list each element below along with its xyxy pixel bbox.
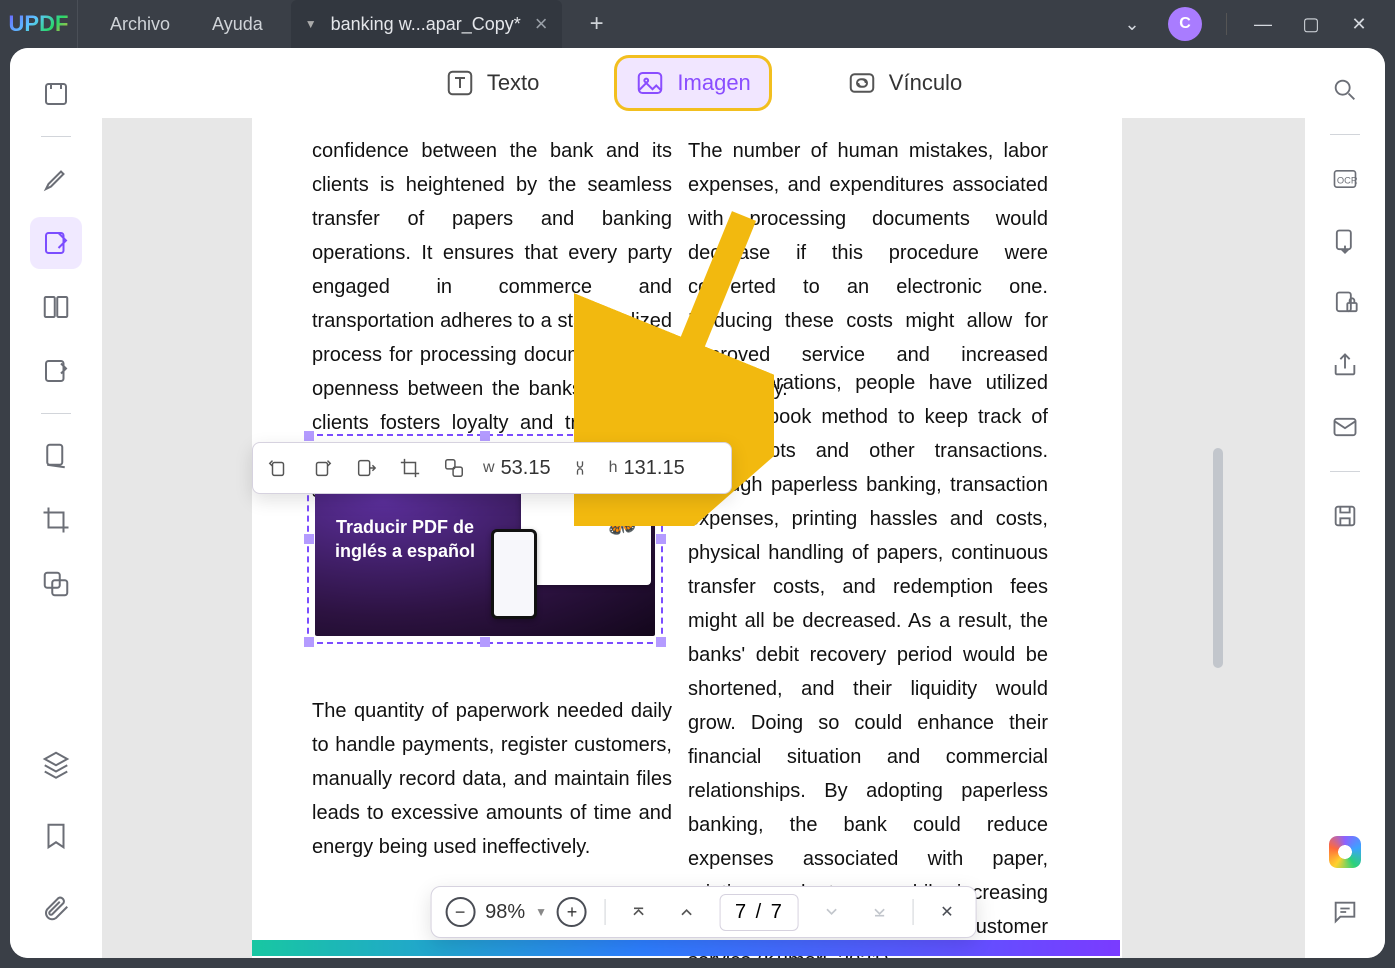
add-tab-button[interactable]: + [590, 10, 604, 38]
resize-handle[interactable] [480, 637, 490, 647]
document-tab[interactable]: ▼ banking w...apar_Copy* × [291, 0, 562, 48]
edit-link-button[interactable]: Vínculo [829, 58, 980, 108]
edit-link-label: Vínculo [889, 70, 962, 96]
ocr-button[interactable]: OCR [1323, 157, 1367, 201]
protect-button[interactable] [1323, 281, 1367, 325]
window-controls: ⌄ C — ▢ ✕ [1120, 7, 1395, 41]
extract-image-button[interactable] [351, 453, 381, 483]
image-caption: Traducir PDF de inglés a español [315, 515, 485, 563]
separator [1330, 134, 1360, 135]
organize-pages-button[interactable] [30, 281, 82, 333]
close-bar-button[interactable]: ✕ [932, 897, 962, 927]
lock-ratio-button[interactable] [565, 453, 595, 483]
image-edit-toolbar: w 53.15 h 131.15 [252, 442, 732, 494]
zoom-dropdown-icon[interactable]: ▼ [535, 905, 547, 919]
rotate-left-button[interactable] [263, 453, 293, 483]
reader-mode-button[interactable] [30, 68, 82, 120]
close-tab-icon[interactable]: × [535, 11, 548, 37]
fill-sign-button[interactable] [30, 345, 82, 397]
close-icon[interactable]: ✕ [1347, 12, 1371, 36]
height-label: h [609, 459, 618, 477]
resize-handle[interactable] [480, 431, 490, 441]
separator [1226, 13, 1227, 35]
width-label: w [483, 459, 495, 477]
zoom-out-button[interactable]: − [445, 897, 475, 927]
crop-image-button[interactable] [395, 453, 425, 483]
convert-button[interactable] [1323, 219, 1367, 263]
page-nav-bar: − 98% ▼ + 7 / 7 ✕ [430, 886, 977, 938]
app-logo: UPDF [0, 0, 78, 48]
width-field[interactable]: w 53.15 [483, 457, 551, 480]
resize-handle[interactable] [304, 534, 314, 544]
resize-handle[interactable] [304, 431, 314, 441]
attachment-button[interactable] [30, 882, 82, 934]
zoom-level[interactable]: 98% [485, 901, 525, 924]
comment-button[interactable] [1323, 890, 1367, 934]
edit-button[interactable] [30, 217, 82, 269]
edit-image-button[interactable]: Imagen [617, 58, 768, 108]
separator [1330, 471, 1360, 472]
tab-title: banking w...apar_Copy* [331, 14, 521, 35]
prev-page-button[interactable] [672, 897, 702, 927]
crop-button[interactable] [30, 494, 82, 546]
logo-text: UPDF [9, 11, 69, 37]
left-sidebar [10, 48, 102, 958]
zoom-in-button[interactable]: + [557, 897, 587, 927]
main-menu: Archivo Ayuda [78, 14, 263, 35]
separator [41, 136, 71, 137]
last-page-button[interactable] [865, 897, 895, 927]
zoom-controls: − 98% ▼ + [445, 897, 587, 927]
search-button[interactable] [1323, 68, 1367, 112]
email-button[interactable] [1323, 405, 1367, 449]
share-button[interactable] [1323, 343, 1367, 387]
edit-text-label: Texto [487, 70, 540, 96]
bookmark-button[interactable] [30, 810, 82, 862]
rotate-right-button[interactable] [307, 453, 337, 483]
resize-handle[interactable] [656, 534, 666, 544]
app-body: OCR Texto Imagen Vínculo confidence betw… [10, 48, 1385, 958]
menu-help[interactable]: Ayuda [212, 14, 263, 35]
width-value: 53.15 [501, 457, 551, 480]
gradient-strip [252, 940, 1120, 956]
compare-button[interactable] [30, 558, 82, 610]
edit-toolbar: Texto Imagen Vínculo [102, 48, 1305, 118]
separator [605, 899, 606, 925]
edit-image-label: Imagen [677, 70, 750, 96]
resize-handle[interactable] [656, 637, 666, 647]
separator [913, 899, 914, 925]
text-block: For generations, people have utilized th… [688, 366, 1048, 958]
page-number-input[interactable]: 7 / 7 [720, 894, 799, 931]
resize-handle[interactable] [656, 431, 666, 441]
ai-assistant-icon[interactable] [1329, 836, 1361, 868]
height-field[interactable]: h 131.15 [609, 457, 685, 480]
first-page-button[interactable] [624, 897, 654, 927]
minimize-icon[interactable]: — [1251, 12, 1275, 36]
redaction-button[interactable] [30, 430, 82, 482]
next-page-button[interactable] [817, 897, 847, 927]
height-value: 131.15 [624, 457, 685, 480]
chevron-down-icon[interactable]: ▼ [305, 17, 317, 31]
layers-button[interactable] [30, 738, 82, 790]
save-button[interactable] [1323, 494, 1367, 538]
titlebar: UPDF Archivo Ayuda ▼ banking w...apar_Co… [0, 0, 1395, 48]
maximize-icon[interactable]: ▢ [1299, 12, 1323, 36]
resize-handle[interactable] [304, 637, 314, 647]
butterfly-icon: 🦋 [596, 497, 641, 539]
annotate-button[interactable] [30, 153, 82, 205]
chevron-down-icon[interactable]: ⌄ [1120, 12, 1144, 36]
separator [41, 413, 71, 414]
vertical-scrollbar[interactable] [1213, 448, 1223, 668]
replace-image-button[interactable] [439, 453, 469, 483]
document-viewport[interactable]: confidence between the bank and its clie… [102, 118, 1305, 958]
text-block: The quantity of paperwork needed daily t… [312, 694, 672, 864]
edit-text-button[interactable]: Texto [427, 58, 558, 108]
right-sidebar: OCR [1305, 48, 1385, 958]
document-page[interactable]: confidence between the bank and its clie… [252, 118, 1122, 958]
menu-file[interactable]: Archivo [110, 14, 170, 35]
svg-text:OCR: OCR [1337, 176, 1358, 186]
user-avatar[interactable]: C [1168, 7, 1202, 41]
